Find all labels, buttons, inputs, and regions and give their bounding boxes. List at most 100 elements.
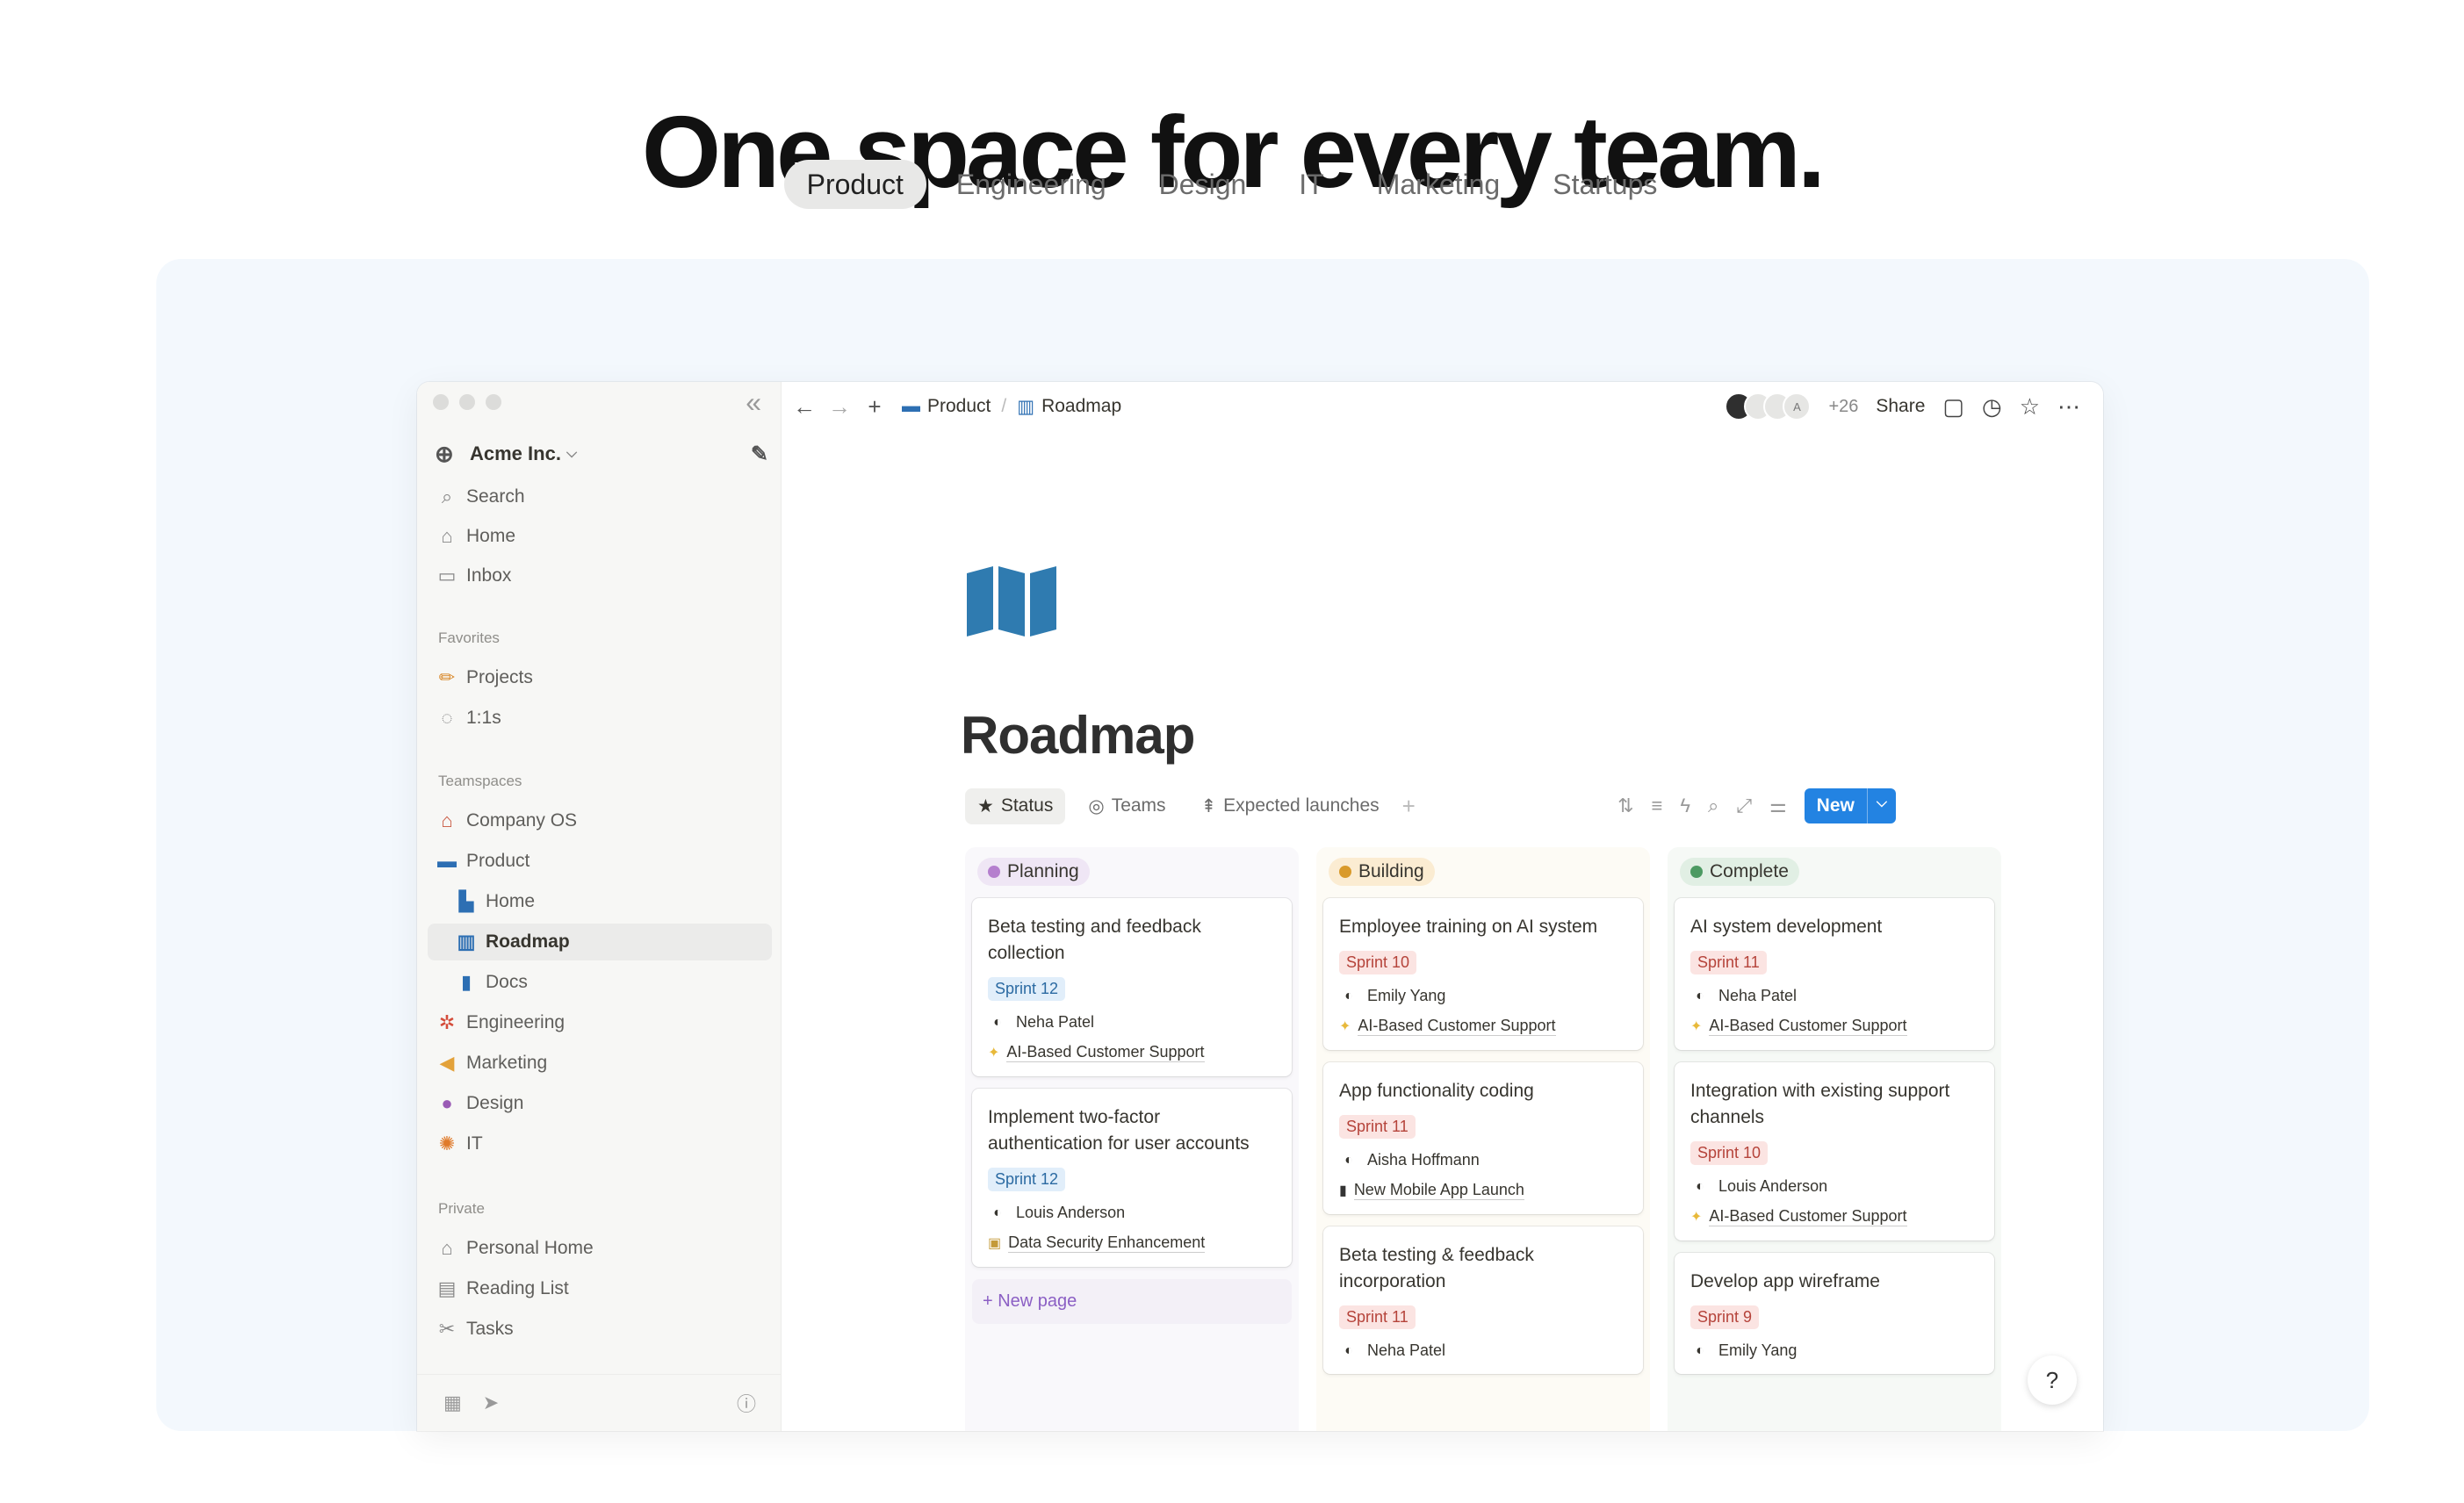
history-icon[interactable]: ◷	[1982, 393, 2002, 421]
board-card[interactable]: Employee training on AI system Sprint 10 ◐…	[1323, 898, 1643, 1050]
breadcrumb-product[interactable]: Product	[927, 396, 991, 417]
sidebar-item-label: Roadmap	[486, 931, 570, 952]
sidebar-item-tasks[interactable]: ✂ Tasks	[428, 1311, 772, 1348]
sidebar-item-label: Design	[466, 1093, 524, 1113]
sidebar-item-design[interactable]: ● Design	[428, 1085, 772, 1122]
card-project[interactable]: ▣ Data Security Enhancement	[988, 1233, 1276, 1253]
home-icon: ⌂	[441, 1237, 453, 1259]
board-card[interactable]: Develop app wireframe Sprint 9 ◐ Emily Yang	[1675, 1253, 1994, 1374]
sidebar-item-projects[interactable]: ✏ Projects	[428, 659, 772, 696]
avatar: ◐	[1344, 988, 1353, 1003]
project-link: AI-Based Customer Support	[1006, 1043, 1205, 1062]
column-status-badge[interactable]: Complete	[1680, 858, 1799, 886]
card-project[interactable]: ✦ AI-Based Customer Support	[1339, 1016, 1627, 1036]
card-project[interactable]: ▮ New Mobile App Launch	[1339, 1180, 1627, 1200]
compose-icon[interactable]: ✎	[751, 442, 768, 467]
board-card[interactable]: Integration with existing support channe…	[1675, 1062, 1994, 1241]
board-column: Complete AI system development Sprint 11 ◐ N…	[1668, 847, 2001, 1431]
view-tab-expected-launches[interactable]: ⇞ Expected launches	[1189, 788, 1392, 824]
zoom-dot[interactable]	[486, 394, 501, 410]
avatar: ◐	[1696, 1342, 1704, 1358]
sidebar-item-docs[interactable]: ▮ Docs	[428, 964, 772, 1001]
new-page-button[interactable]: + New page	[972, 1279, 1292, 1324]
comment-icon[interactable]: ▢	[1942, 393, 1964, 421]
tab-startups[interactable]: Startups	[1530, 160, 1680, 209]
card-project[interactable]: ✦ AI-Based Customer Support	[1690, 1016, 1978, 1036]
sidebar-item-it[interactable]: ✺ IT	[428, 1125, 772, 1162]
filter-icon[interactable]: ≡	[1652, 795, 1663, 817]
sidebar-item-search[interactable]: ⌕ Search	[428, 478, 772, 515]
back-arrow-icon[interactable]: ←	[793, 393, 816, 421]
board-card[interactable]: Beta testing and feedback collection Spri…	[972, 898, 1292, 1076]
avatar-stack[interactable]: A	[1725, 392, 1812, 421]
tab-engineering[interactable]: Engineering	[933, 160, 1129, 209]
help-button[interactable]: ?	[2028, 1356, 2077, 1405]
automation-icon[interactable]: ϟ	[1680, 795, 1690, 817]
plus-icon[interactable]: +	[863, 393, 886, 421]
card-title: AI system development	[1690, 917, 1883, 937]
sidebar-item-company-os[interactable]: ⌂ Company OS	[428, 802, 772, 839]
star-icon[interactable]: ☆	[2020, 393, 2040, 421]
share-button[interactable]: Share	[1876, 396, 1925, 417]
close-dot[interactable]	[433, 394, 449, 410]
forward-arrow-icon[interactable]: →	[828, 393, 851, 421]
tab-it[interactable]: IT	[1276, 160, 1346, 209]
sidebar-item-1-1s[interactable]: ◌ 1:1s	[428, 700, 772, 737]
project-link: Data Security Enhancement	[1008, 1233, 1206, 1253]
sidebar-item-product-home[interactable]: ▙ Home	[428, 883, 772, 920]
settings-icon[interactable]: ⚌	[1769, 795, 1787, 817]
status-dot	[1339, 866, 1351, 878]
card-project[interactable]: ✦ AI-Based Customer Support	[1690, 1206, 1978, 1226]
tab-marketing[interactable]: Marketing	[1354, 160, 1524, 209]
column-status-badge[interactable]: Planning	[977, 858, 1090, 886]
window-controls	[433, 394, 501, 410]
favorites-heading: Favorites	[438, 629, 500, 646]
project-link: AI-Based Customer Support	[1709, 1207, 1907, 1226]
board-column: Planning Beta testing and feedback collec…	[965, 847, 1299, 1431]
globe-icon: ⊕	[435, 440, 454, 467]
team-tabs: Product Engineering Design IT Marketing …	[0, 160, 2464, 209]
assignee-name: Louis Anderson	[1718, 1177, 1828, 1195]
map-icon[interactable]	[965, 566, 1060, 641]
sidebar-item-reading-list[interactable]: ▤ Reading List	[428, 1270, 772, 1307]
tab-design[interactable]: Design	[1136, 160, 1270, 209]
sidebar-item-product[interactable]: ▬ Product	[428, 843, 772, 880]
board-card[interactable]: Beta testing & feedback incorporation Spr…	[1323, 1226, 1643, 1374]
more-icon[interactable]: ⋯	[2057, 393, 2080, 421]
sidebar-item-personal-home[interactable]: ⌂ Personal Home	[428, 1230, 772, 1267]
send-icon[interactable]: ➤	[483, 1392, 499, 1414]
bug-icon: ✺	[438, 1133, 456, 1154]
sort-icon[interactable]: ⇅	[1617, 795, 1633, 817]
expand-icon[interactable]: ⤢	[1736, 795, 1752, 817]
workspace-switcher[interactable]: ⊕ Acme Inc. ⌵ ✎	[435, 436, 768, 471]
board-card[interactable]: Implement two-factor authentication for …	[972, 1089, 1292, 1267]
search-icon[interactable]: ⌕	[1708, 795, 1718, 817]
card-project[interactable]: ✦ AI-Based Customer Support	[988, 1042, 1276, 1062]
tab-product[interactable]: Product	[783, 160, 926, 209]
sidebar-item-home[interactable]: ⌂ Home	[428, 518, 772, 555]
avatar: ◐	[993, 1205, 1002, 1220]
assignee-name: Neha Patel	[1718, 987, 1798, 1004]
sidebar-item-engineering[interactable]: ✲ Engineering	[428, 1004, 772, 1041]
board-card[interactable]: App functionality coding Sprint 11 ◐ Aisha …	[1323, 1062, 1643, 1214]
board-card[interactable]: AI system development Sprint 11 ◐ Neha Pate…	[1675, 898, 1994, 1050]
sidebar-item-roadmap[interactable]: ▥ Roadmap	[428, 924, 772, 960]
chevron-down-icon[interactable]: ⌵	[1866, 788, 1896, 823]
sidebar-item-marketing[interactable]: ◀ Marketing	[428, 1045, 772, 1082]
target-icon: ◎	[1088, 795, 1105, 816]
add-view-icon[interactable]: +	[1402, 793, 1416, 820]
calendar-icon[interactable]: ▦	[443, 1392, 462, 1414]
collapse-sidebar-icon[interactable]: «	[746, 388, 761, 416]
help-icon[interactable]: ⓘ	[737, 1389, 756, 1417]
card-assignee: ◐ Emily Yang	[1690, 1341, 1978, 1360]
view-tab-status[interactable]: ★ Status	[965, 787, 1066, 824]
breadcrumb-roadmap[interactable]: Roadmap	[1041, 396, 1121, 417]
view-tab-label: Expected launches	[1223, 795, 1380, 816]
view-tab-teams[interactable]: ◎ Teams	[1076, 788, 1178, 824]
workspace-name: Acme Inc.	[470, 442, 561, 464]
map-icon: ▥	[457, 931, 476, 953]
column-status-badge[interactable]: Building	[1329, 858, 1435, 886]
minimize-dot[interactable]	[459, 394, 475, 410]
new-button[interactable]: New ⌵	[1804, 788, 1896, 823]
sidebar-item-inbox[interactable]: ▭ Inbox	[428, 557, 772, 594]
